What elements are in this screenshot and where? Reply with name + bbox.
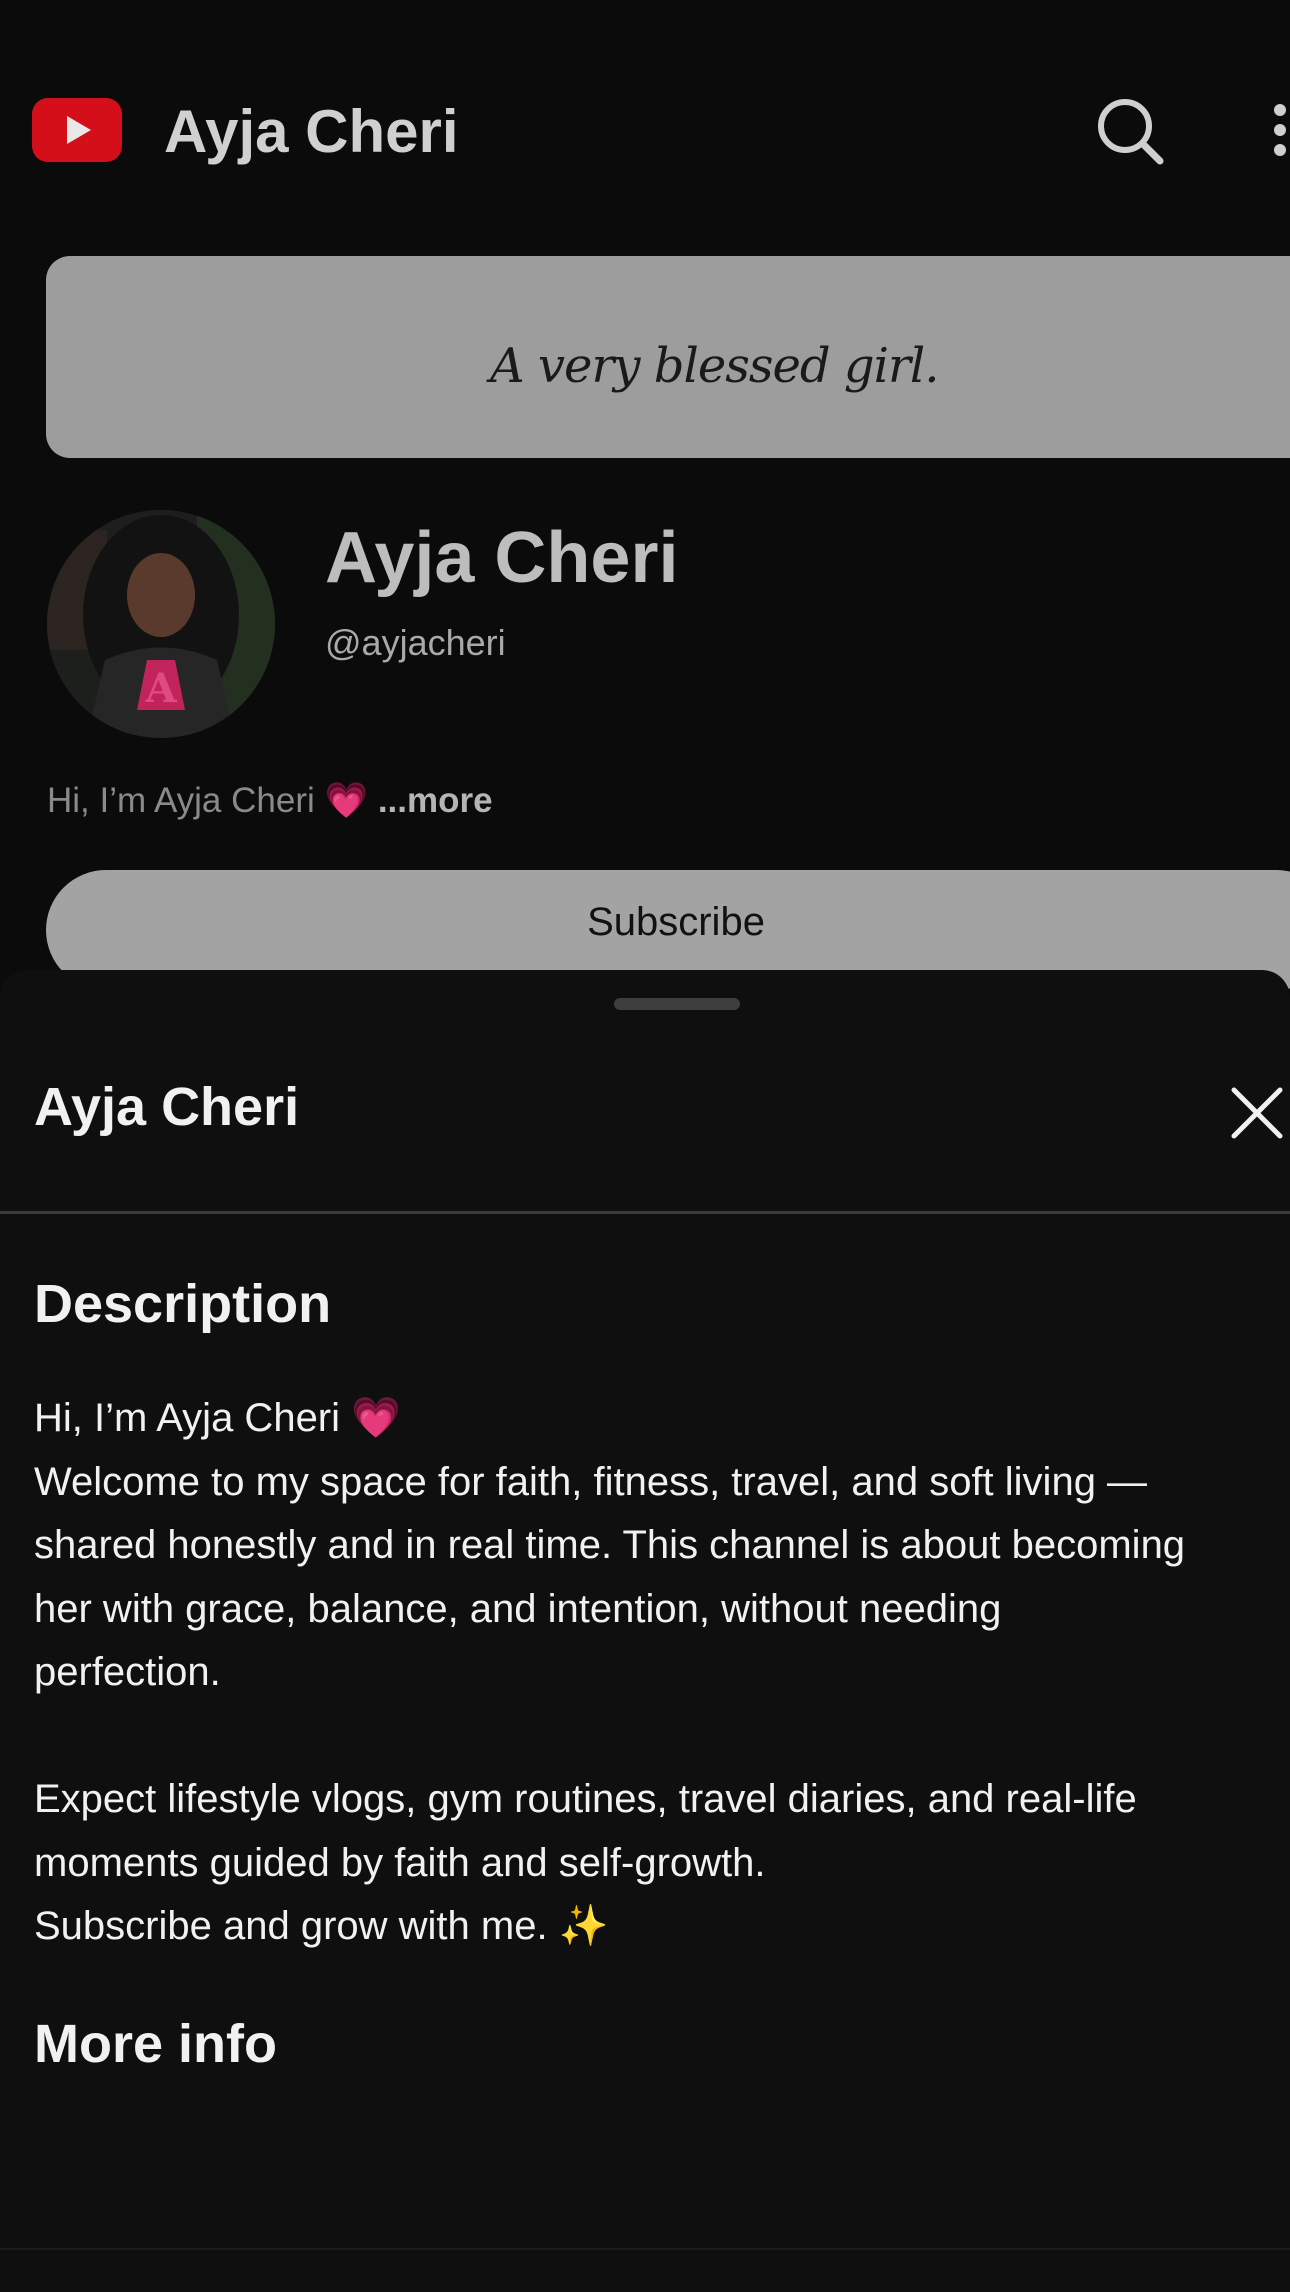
description-line: Welcome to my space for faith, fitness, … [34, 1459, 1148, 1504]
svg-text:A: A [144, 665, 177, 712]
description-line: moments guided by faith and self-growth. [34, 1840, 766, 1885]
description-line: Hi, I’m Ayja Cheri 💗 [34, 1396, 401, 1440]
sheet-divider [0, 1211, 1290, 1214]
header-title: Ayja Cheri [164, 98, 459, 165]
channel-name: Ayja Cheri [325, 518, 679, 598]
more-link[interactable]: ...more [378, 781, 493, 820]
bottom-divider [0, 2248, 1290, 2250]
more-info-heading: More info [34, 2014, 277, 2074]
description-heading: Description [34, 1274, 332, 1334]
sheet-title: Ayja Cheri [34, 1077, 300, 1137]
description-line: shared honestly and in real time. This c… [34, 1523, 1186, 1567]
channel-handle: @ayjacheri [325, 622, 506, 663]
youtube-logo-icon[interactable] [32, 98, 122, 162]
sheet-drag-handle[interactable] [614, 998, 740, 1010]
channel-short-description[interactable]: Hi, I’m Ayja Cheri 💗 ...more [47, 780, 493, 821]
description-line: Subscribe and grow with me. ✨ [34, 1904, 609, 1948]
channel-avatar[interactable]: A [47, 510, 275, 738]
about-sheet: Ayja Cheri Description Hi, I’m Ayja Cher… [0, 970, 1290, 2292]
description-line: Expect lifestyle vlogs, gym routines, tr… [34, 1777, 1137, 1821]
banner-text: A very blessed girl. [490, 338, 940, 394]
channel-page: Ayja Cheri A very blessed girl. A Ayja C… [0, 0, 1290, 2292]
search-icon[interactable] [1095, 96, 1165, 166]
close-icon[interactable] [1226, 1082, 1288, 1144]
description-text: Hi, I’m Ayja Cheri 💗 Welcome to my space… [34, 1387, 1290, 1959]
subscribe-label: Subscribe [587, 900, 765, 944]
more-vertical-icon[interactable] [1262, 100, 1290, 160]
description-line: her with grace, balance, and intention, … [34, 1586, 1002, 1631]
app-header: Ayja Cheri [0, 0, 1290, 260]
description-line: perfection. [34, 1650, 221, 1694]
short-description-text: Hi, I’m Ayja Cheri 💗 [47, 781, 369, 820]
